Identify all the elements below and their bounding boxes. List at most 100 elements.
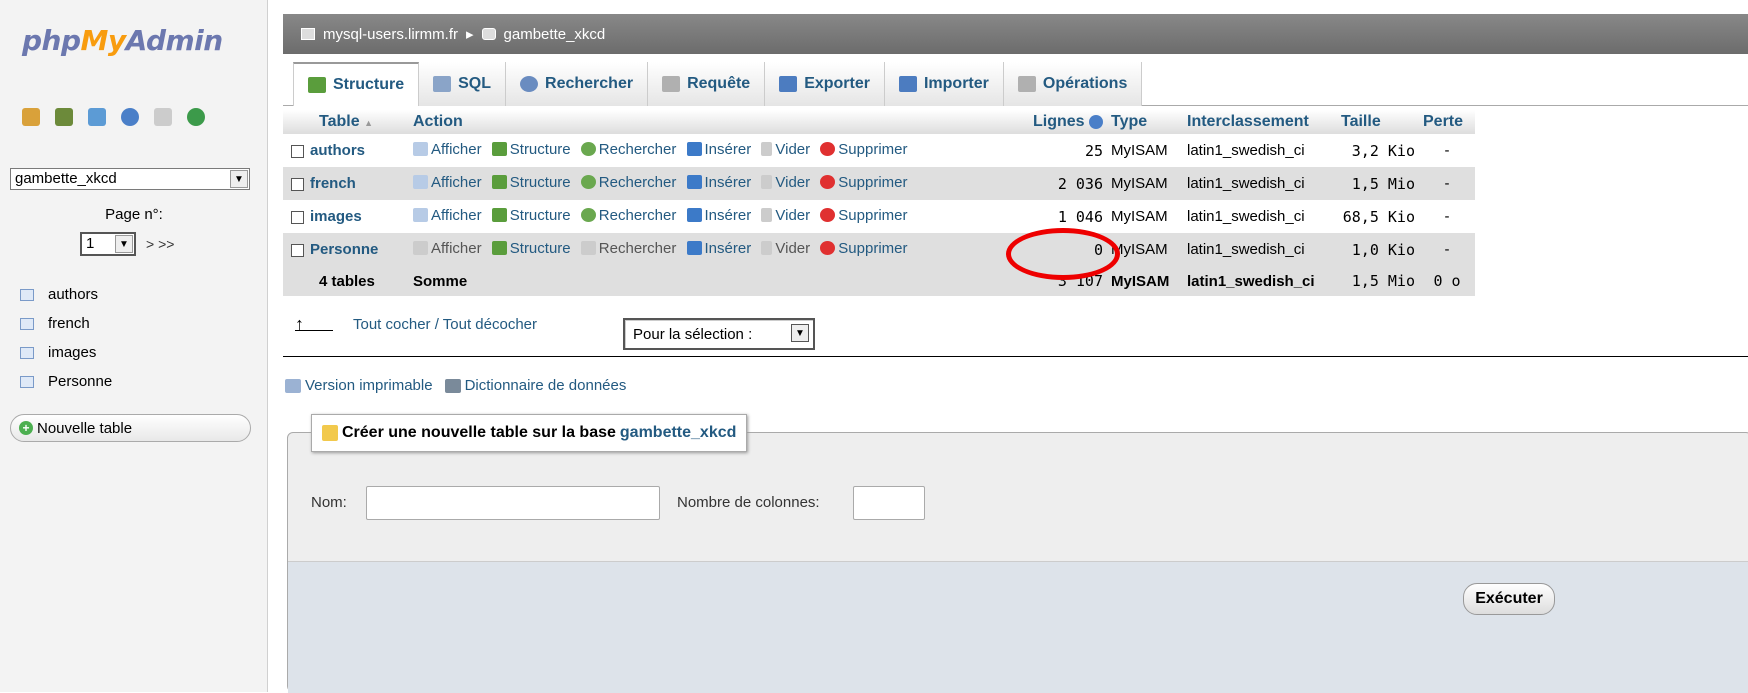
table-name-cell: images <box>283 200 409 233</box>
supprimer-action[interactable]: Supprimer <box>820 141 908 158</box>
row-checkbox[interactable] <box>291 177 304 191</box>
empty-icon <box>761 208 773 223</box>
structure-action[interactable]: Structure <box>491 240 571 257</box>
sidebar-item-label: french <box>48 315 90 332</box>
browse-icon <box>413 142 428 157</box>
tab-importer[interactable]: Importer <box>884 62 1004 106</box>
sidebar-item-personne[interactable]: Personne <box>20 367 112 396</box>
breadcrumb-database[interactable]: gambette_xkcd <box>504 26 606 43</box>
database-select-value: gambette_xkcd <box>15 170 117 187</box>
row-checkbox[interactable] <box>291 243 304 257</box>
column-count-label: Nombre de colonnes: <box>677 494 820 511</box>
structure-icon <box>308 77 326 93</box>
collation-cell: latin1_swedish_ci <box>1183 167 1337 200</box>
structure-action[interactable]: Structure <box>491 207 571 224</box>
vider-action[interactable]: Vider <box>761 141 810 158</box>
type-cell: MyISAM <box>1107 167 1183 200</box>
vider-action[interactable]: Vider <box>761 240 810 257</box>
new-table-button[interactable]: + Nouvelle table <box>10 414 251 442</box>
search-icon <box>580 175 596 190</box>
structure-action[interactable]: Structure <box>491 174 571 191</box>
col-header-perte[interactable]: Perte <box>1419 110 1475 134</box>
afficher-action[interactable]: Afficher <box>413 141 482 158</box>
database-select[interactable]: gambette_xkcd ▼ <box>10 168 250 190</box>
exit-icon[interactable] <box>55 108 73 126</box>
row-checkbox[interactable] <box>291 144 304 158</box>
data-dictionary-link[interactable]: Dictionnaire de données <box>465 377 627 394</box>
help-icon[interactable] <box>121 108 139 126</box>
phpmyadmin-logo[interactable]: phpMyAdmin <box>22 24 223 57</box>
sidebar-item-french[interactable]: french <box>20 309 112 338</box>
sql-icon <box>433 76 452 92</box>
inserer-action[interactable]: Insérer <box>686 141 751 158</box>
table-name-link[interactable]: images <box>310 208 362 225</box>
col-header-type[interactable]: Type <box>1107 110 1183 134</box>
afficher-action[interactable]: Afficher <box>413 207 482 224</box>
sidebar-item-images[interactable]: images <box>20 338 112 367</box>
vider-action[interactable]: Vider <box>761 207 810 224</box>
reload-icon[interactable] <box>187 108 205 126</box>
structure-action[interactable]: Structure <box>491 141 571 158</box>
chevron-down-icon: ▼ <box>791 324 809 342</box>
delete-icon <box>820 142 836 157</box>
row-checkbox[interactable] <box>291 210 304 224</box>
query-window-icon[interactable] <box>88 108 106 126</box>
tab-label: Requête <box>687 75 751 92</box>
page-select[interactable]: 1 ▼ <box>80 232 136 256</box>
supprimer-action[interactable]: Supprimer <box>820 207 908 224</box>
execute-button[interactable]: Exécuter <box>1463 583 1555 615</box>
rechercher-action[interactable]: Rechercher <box>580 240 676 257</box>
action-label: Vider <box>775 173 811 191</box>
table-name-input[interactable] <box>366 486 660 520</box>
taille-cell[interactable]: 1,0 Kio <box>1337 233 1419 266</box>
tab-exporter[interactable]: Exporter <box>765 62 885 106</box>
taille-cell[interactable]: 3,2 Kio <box>1337 134 1419 167</box>
delete-icon <box>820 175 836 190</box>
col-header-taille[interactable]: Taille <box>1337 110 1419 134</box>
delete-icon <box>820 208 836 223</box>
tab-structure[interactable]: Structure <box>293 62 420 106</box>
table-name-link[interactable]: authors <box>310 142 365 159</box>
tab-sql[interactable]: SQL <box>419 62 507 106</box>
afficher-action[interactable]: Afficher <box>413 240 482 257</box>
taille-cell[interactable]: 68,5 Kio <box>1337 200 1419 233</box>
table-header-row: Table ▲ Action Lignes Type Interclasseme… <box>283 110 1475 134</box>
tab-requete[interactable]: Requête <box>648 62 766 106</box>
rechercher-action[interactable]: Rechercher <box>580 174 676 191</box>
inserer-action[interactable]: Insérer <box>686 240 751 257</box>
taille-cell[interactable]: 1,5 Mio <box>1337 167 1419 200</box>
breadcrumb-server[interactable]: mysql-users.lirmm.fr <box>323 26 458 43</box>
rechercher-action[interactable]: Rechercher <box>580 141 676 158</box>
rechercher-action[interactable]: Rechercher <box>580 207 676 224</box>
afficher-action[interactable]: Afficher <box>413 174 482 191</box>
vider-action[interactable]: Vider <box>761 174 810 191</box>
column-count-input[interactable] <box>853 486 925 520</box>
table-row: french Afficher Structure Rechercher Ins… <box>283 167 1475 200</box>
supprimer-action[interactable]: Supprimer <box>820 174 908 191</box>
table-name-link[interactable]: french <box>310 175 356 192</box>
page-nav-next[interactable]: > >> <box>146 236 174 252</box>
col-header-lignes[interactable]: Lignes <box>1009 110 1107 134</box>
help-icon[interactable] <box>1089 114 1103 129</box>
col-header-interclassement[interactable]: Interclassement <box>1183 110 1337 134</box>
docs-icon[interactable] <box>154 108 172 126</box>
print-version-link[interactable]: Version imprimable <box>305 377 433 394</box>
table-row: Personne Afficher Structure Rechercher I… <box>283 233 1475 266</box>
delete-icon <box>820 241 836 256</box>
home-icon[interactable] <box>22 108 40 126</box>
tab-rechercher[interactable]: Rechercher <box>506 62 649 106</box>
insert-icon <box>686 241 702 256</box>
inserer-action[interactable]: Insérer <box>686 207 751 224</box>
selection-action-select[interactable]: Pour la sélection : ▼ <box>623 318 815 350</box>
inserer-action[interactable]: Insérer <box>686 174 751 191</box>
table-name-label: Nom: <box>311 494 347 511</box>
col-header-table[interactable]: Table ▲ <box>283 110 409 134</box>
supprimer-action[interactable]: Supprimer <box>820 240 908 257</box>
sidebar-item-authors[interactable]: authors <box>20 280 112 309</box>
selection-value: Pour la sélection : <box>633 326 753 343</box>
table-name-link[interactable]: Personne <box>310 241 378 258</box>
page-select-value: 1 <box>86 235 95 252</box>
action-label: Vider <box>775 206 811 224</box>
tab-operations[interactable]: Opérations <box>1003 62 1143 106</box>
check-all-link[interactable]: Tout cocher / Tout décocher <box>353 316 537 333</box>
